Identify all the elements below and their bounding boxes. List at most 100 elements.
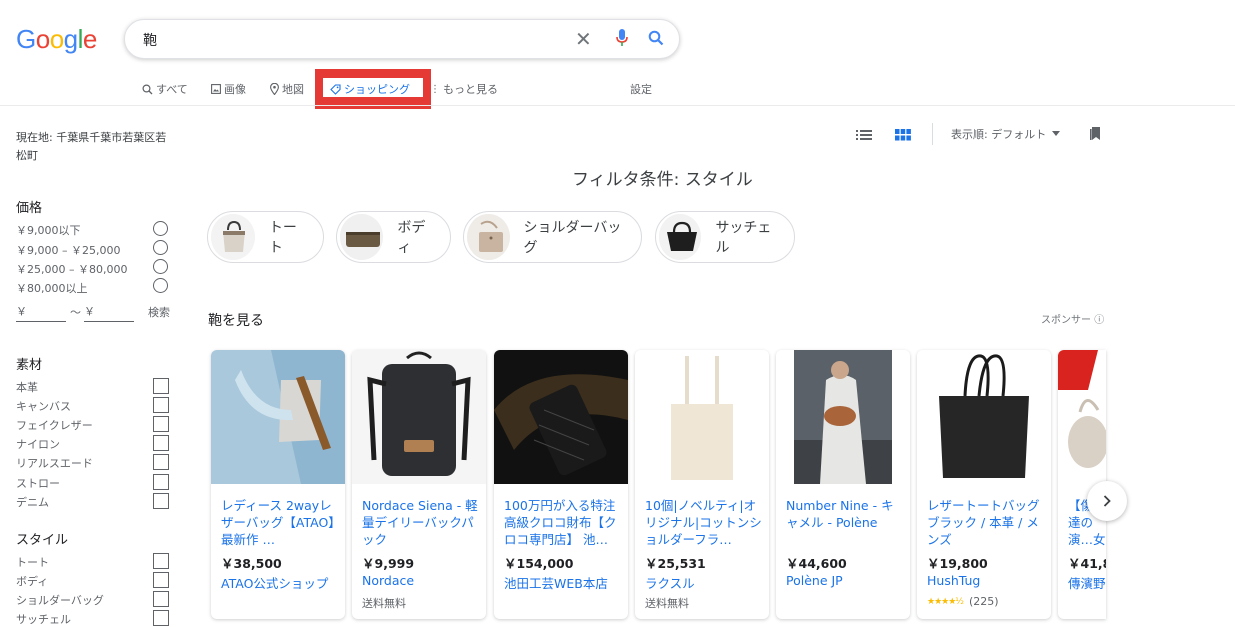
price-radio[interactable] [153, 278, 168, 293]
material-option[interactable]: 本革 [16, 379, 38, 395]
price-option[interactable]: ￥80,000以上 [16, 280, 88, 296]
info-icon: ⓘ [1094, 315, 1105, 326]
material-checkbox[interactable] [153, 397, 169, 413]
material-checkbox[interactable] [153, 493, 169, 509]
product-card[interactable]: レディース 2wayレザーバッグ【ATAO】最新作 … ￥38,500 ATAO… [211, 350, 345, 619]
style-option[interactable]: ショルダーバッグ [16, 592, 104, 608]
product-card[interactable]: Nordace Siena - 軽量デイリーバックパック ￥9,999 Nord… [352, 350, 486, 619]
logo-letter: g [63, 24, 78, 54]
style-option[interactable]: サッチェル [16, 611, 71, 627]
carousel-next-button[interactable] [1087, 481, 1127, 521]
product-image[interactable] [776, 350, 910, 484]
filter-title: フィルタ条件: スタイル [572, 170, 753, 190]
product-image[interactable] [211, 350, 345, 484]
price-option[interactable]: ￥9,000 – ￥25,000 [16, 242, 120, 258]
product-merchant[interactable]: Nordace [362, 573, 414, 588]
product-title[interactable]: Nordace Siena - 軽量デイリーバックパック [362, 497, 480, 548]
chevron-down-icon[interactable] [1052, 131, 1060, 136]
material-checkbox[interactable] [153, 416, 169, 432]
product-card[interactable]: 10個|ノベルティ|オリジナル|コットンショルダーフラ… ￥25,531 ラクス… [635, 350, 769, 619]
product-merchant[interactable]: ラクスル [645, 573, 695, 592]
style-chip-satchel[interactable]: サッチェル [655, 211, 795, 263]
material-option[interactable]: キャンバス [16, 398, 71, 414]
image-icon [211, 84, 221, 94]
chip-label: ショルダーバッグ [523, 220, 622, 256]
product-merchant[interactable]: ATAO公式ショップ [221, 573, 328, 592]
search-input[interactable]: 鞄 [143, 30, 157, 50]
style-option[interactable]: ボディ [16, 573, 48, 589]
clear-icon[interactable]: ✕ [575, 27, 592, 51]
product-price: ￥9,999 [362, 556, 415, 571]
sponsored-text: スポンサー [1041, 315, 1091, 326]
material-option[interactable]: リアルスエード [16, 455, 93, 471]
product-title[interactable]: レディース 2wayレザーバッグ【ATAO】最新作 … [221, 497, 339, 548]
style-checkbox[interactable] [153, 553, 169, 569]
price-max-input[interactable]: ￥ [84, 303, 134, 322]
list-view-icon[interactable] [856, 126, 872, 145]
tab-settings[interactable]: 設定 [630, 81, 652, 97]
material-option[interactable]: ナイロン [16, 436, 60, 452]
product-image[interactable] [1058, 350, 1106, 484]
sponsored-label[interactable]: スポンサー ⓘ [1041, 311, 1104, 326]
product-image[interactable] [635, 350, 769, 484]
material-option[interactable]: フェイクレザー [16, 417, 93, 433]
tote-bag-image [211, 214, 255, 260]
google-logo[interactable]: Google [16, 26, 97, 52]
material-filter-title: 素材 [16, 358, 43, 373]
product-title[interactable]: 10個|ノベルティ|オリジナル|コットンショルダーフラ… [645, 497, 763, 548]
style-checkbox[interactable] [153, 572, 169, 588]
material-option[interactable]: デニム [16, 494, 49, 510]
tab-shopping[interactable]: ショッピング [330, 81, 410, 97]
product-shipping: 送料無料 [362, 597, 406, 610]
product-merchant[interactable]: 池田工芸WEB本店 [504, 573, 608, 592]
grid-view-icon[interactable] [895, 126, 911, 145]
sort-dropdown[interactable]: 表示順: デフォルト [951, 126, 1046, 142]
product-card[interactable]: レザートートバッグ ブラック / 本革 / メンズ ￥19,800 HushTu… [917, 350, 1051, 619]
price-radio[interactable] [153, 259, 168, 274]
microphone-icon[interactable] [616, 29, 628, 51]
product-price: ￥19,800 [927, 556, 988, 571]
price-radio[interactable] [153, 221, 168, 236]
logo-letter: o [35, 24, 50, 54]
product-image[interactable] [494, 350, 628, 484]
style-option[interactable]: トート [16, 554, 49, 570]
product-price: ￥154,000 [504, 556, 574, 571]
currency-prefix: ￥ [16, 305, 27, 318]
product-merchant[interactable]: HushTug [927, 573, 980, 588]
search-box[interactable]: 鞄 ✕ [124, 19, 680, 59]
product-title[interactable]: レザートートバッグ ブラック / 本革 / メンズ [927, 497, 1045, 548]
tab-all[interactable]: すべて [142, 81, 188, 97]
price-radio[interactable] [153, 240, 168, 255]
material-checkbox[interactable] [153, 435, 169, 451]
product-card[interactable]: 100万円が入る特注高級クロコ財布【クロコ専門店】 池… ￥154,000 池田… [494, 350, 628, 619]
price-option[interactable]: ￥25,000 – ￥80,000 [16, 261, 127, 277]
price-min-input[interactable]: ￥ [16, 303, 66, 322]
search-icon [142, 83, 153, 94]
product-merchant[interactable]: 傳濱野… [1068, 573, 1106, 592]
material-checkbox[interactable] [153, 474, 169, 490]
tab-maps[interactable]: 地図 [270, 81, 304, 97]
product-merchant[interactable]: Polène JP [786, 573, 843, 588]
material-checkbox[interactable] [153, 454, 169, 470]
product-card[interactable]: Number Nine - キャメル - Polène ￥44,600 Polè… [776, 350, 910, 619]
tab-label: 設定 [630, 83, 652, 96]
material-checkbox[interactable] [153, 378, 169, 394]
style-checkbox[interactable] [153, 610, 169, 626]
bookmark-icon[interactable] [1090, 126, 1102, 145]
style-chip-body[interactable]: ボディ [336, 211, 451, 263]
style-chip-tote[interactable]: トート [207, 211, 324, 263]
material-option[interactable]: ストロー [16, 475, 60, 491]
product-title[interactable]: 100万円が入る特注高級クロコ財布【クロコ専門店】 池… [504, 497, 622, 548]
tab-images[interactable]: 画像 [211, 81, 246, 97]
product-image[interactable] [917, 350, 1051, 484]
style-checkbox[interactable] [153, 591, 169, 607]
product-shipping: 送料無料 [645, 597, 689, 610]
style-chip-shoulder-bag[interactable]: ショルダーバッグ [463, 211, 642, 263]
tab-more[interactable]: ⋮ もっと見る [430, 81, 498, 97]
price-option[interactable]: ￥9,000以下 [16, 222, 81, 238]
chip-label: ボディ [397, 220, 426, 256]
product-image[interactable] [352, 350, 486, 484]
product-title[interactable]: Number Nine - キャメル - Polène [786, 497, 904, 548]
price-search-button[interactable]: 検索 [148, 304, 170, 320]
search-icon[interactable] [648, 30, 664, 50]
